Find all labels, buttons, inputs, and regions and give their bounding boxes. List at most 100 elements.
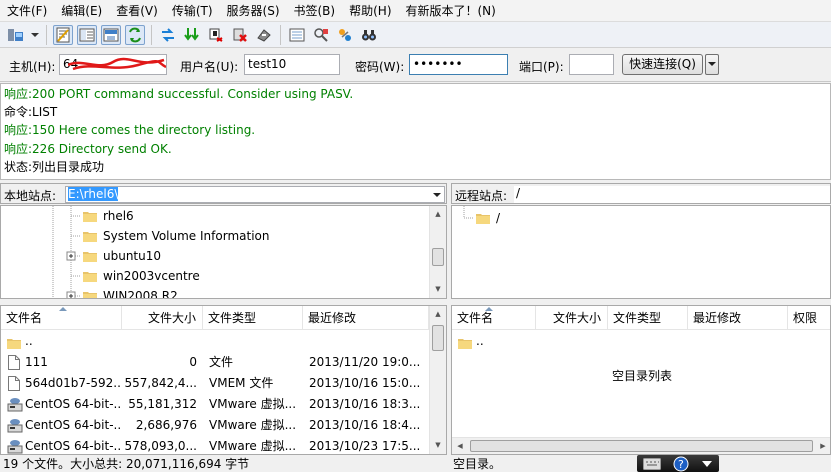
scroll-thumb[interactable] [470, 440, 813, 452]
toggle-local-tree-icon[interactable] [77, 24, 97, 45]
column-header-modified[interactable]: 最近修改 [688, 306, 788, 330]
menu-transfer[interactable]: 传输(T) [165, 2, 220, 19]
menu-new-version[interactable]: 有新版本了！(N) [399, 2, 503, 19]
process-queue-icon[interactable] [182, 25, 202, 45]
local-path-input[interactable]: E:\rhel6\ [65, 186, 445, 203]
column-header-permissions[interactable]: 权限 [788, 306, 830, 330]
remote-tree: / [451, 205, 831, 299]
column-header-modified[interactable]: 最近修改 [303, 306, 429, 330]
folder-icon [458, 335, 472, 356]
help-icon[interactable]: ? [673, 456, 689, 472]
toggle-queue-icon[interactable] [125, 24, 145, 45]
menu-view[interactable]: 查看(V) [109, 2, 165, 19]
table-row[interactable]: CentOS 64-bit-... 55,181,312 VMware 虚拟..… [1, 394, 429, 415]
cancel-operation-icon[interactable] [206, 25, 226, 45]
scroll-down-icon[interactable]: ▼ [430, 281, 446, 298]
chevron-down-icon[interactable] [433, 192, 441, 198]
tree-item[interactable]: System Volume Information [83, 226, 269, 246]
folder-icon [83, 210, 97, 222]
svg-text:?: ? [678, 458, 684, 471]
local-site-label: 本地站点: [4, 189, 57, 203]
remote-file-list-hscrollbar[interactable]: ◀ ▶ [452, 437, 830, 454]
local-site-bar: 本地站点: E:\rhel6\ [0, 183, 447, 204]
column-header-size[interactable]: 文件大小 [122, 306, 203, 330]
scroll-up-icon[interactable]: ▲ [430, 306, 446, 323]
toggle-remote-tree-icon[interactable] [101, 24, 121, 45]
quickconnect-button[interactable]: 快速连接(Q) [622, 54, 703, 75]
table-row[interactable]: .. [1, 331, 429, 352]
local-tree-scrollbar[interactable]: ▲ ▼ [429, 206, 446, 298]
reconnect-icon[interactable] [254, 25, 274, 45]
folder-icon [83, 250, 97, 262]
host-label: 主机(H): [9, 60, 56, 74]
quickconnect-dropdown-button[interactable] [705, 54, 719, 75]
port-input[interactable] [569, 54, 614, 75]
chevron-down-icon[interactable] [701, 459, 713, 469]
message-log[interactable]: 响应:200 PORT command successful. Consider… [0, 83, 831, 180]
menu-bookmarks[interactable]: 书签(B) [287, 2, 343, 19]
table-row[interactable]: .. [452, 331, 830, 352]
column-header-type[interactable]: 文件类型 [203, 306, 303, 330]
local-path-value: E:\rhel6\ [68, 187, 119, 201]
menu-file[interactable]: 文件(F) [0, 2, 54, 19]
table-row[interactable]: 111 0 文件 2013/11/20 19:0... [1, 352, 429, 373]
log-line: 响应:200 PORT command successful. Consider… [4, 87, 354, 101]
tree-item[interactable]: rhel6 [83, 206, 134, 226]
column-header-type[interactable]: 文件类型 [608, 306, 688, 330]
tree-item[interactable]: WIN2008 R2 [83, 286, 178, 298]
local-file-list-scrollbar[interactable]: ▲ ▼ [429, 306, 446, 454]
sort-arrow-icon [485, 307, 493, 311]
tree-item[interactable]: ubuntu10 [83, 246, 161, 266]
host-input[interactable]: 64. [59, 54, 167, 75]
scroll-right-icon[interactable]: ▶ [815, 438, 830, 454]
table-row[interactable]: 564d01b7-592... 557,842,4... VMEM 文件 201… [1, 373, 429, 394]
menu-help[interactable]: 帮助(H) [342, 2, 398, 19]
refresh-icon[interactable] [158, 25, 178, 45]
scroll-down-icon[interactable]: ▼ [430, 437, 446, 454]
menu-server[interactable]: 服务器(S) [220, 2, 287, 19]
password-input[interactable]: ••••••• [409, 54, 508, 75]
folder-icon [476, 212, 490, 224]
toolbar-separator [151, 24, 152, 45]
folder-icon [83, 230, 97, 242]
remote-file-list: 文件名 文件大小 文件类型 最近修改 权限 .. 空目录列表 ◀ ▶ [451, 305, 831, 455]
remote-site-label: 远程站点: [455, 189, 508, 203]
remote-file-list-header: 文件名 文件大小 文件类型 最近修改 权限 [452, 306, 830, 330]
table-row[interactable]: CentOS 64-bit-... 578,093,0... VMware 虚拟… [1, 436, 429, 454]
directory-listing-filter-icon[interactable] [287, 25, 307, 45]
directory-compare-icon[interactable] [335, 25, 355, 45]
toolbar [0, 22, 831, 48]
tree-item-root[interactable]: / [476, 208, 500, 228]
menu-edit[interactable]: 编辑(E) [54, 2, 109, 19]
redaction-scribble [68, 57, 166, 71]
search-files-icon[interactable] [359, 25, 379, 45]
remote-status: 空目录。 [453, 456, 633, 472]
table-row[interactable]: CentOS 64-bit-... 2,686,976 VMware 虚拟...… [1, 415, 429, 436]
log-line: 命令:LIST [4, 105, 58, 120]
toggle-log-icon[interactable] [53, 24, 73, 45]
password-label: 密码(W): [355, 60, 405, 74]
toggle-sync-browsing-icon[interactable] [311, 25, 331, 45]
column-header-size[interactable]: 文件大小 [536, 306, 608, 330]
toolbar-separator [280, 24, 281, 45]
scroll-left-icon[interactable]: ◀ [452, 438, 468, 454]
remote-site-bar: 远程站点: / [451, 183, 831, 204]
keyboard-icon[interactable] [643, 457, 661, 470]
site-manager-dropdown-icon[interactable] [30, 25, 40, 45]
disconnect-icon[interactable] [230, 25, 250, 45]
log-line: 状态:列出目录成功 [4, 159, 105, 174]
username-input[interactable]: test10 [244, 54, 340, 75]
system-tray: ? [637, 455, 719, 472]
scroll-thumb[interactable] [432, 325, 444, 351]
menu-bar: 文件(F) 编辑(E) 查看(V) 传输(T) 服务器(S) 书签(B) 帮助(… [0, 0, 831, 22]
folder-icon [83, 290, 97, 298]
chevron-down-icon [708, 62, 716, 66]
remote-path-input[interactable]: / [514, 186, 830, 203]
log-line: 响应:226 Directory send OK. [4, 141, 172, 156]
scroll-up-icon[interactable]: ▲ [430, 206, 446, 223]
tree-item[interactable]: win2003vcentre [83, 266, 200, 286]
local-file-list-header: 文件名 文件大小 文件类型 最近修改 [1, 306, 446, 330]
column-header-filename[interactable]: 文件名 [452, 306, 536, 330]
scroll-thumb[interactable] [432, 248, 444, 266]
site-manager-icon[interactable] [6, 25, 26, 45]
